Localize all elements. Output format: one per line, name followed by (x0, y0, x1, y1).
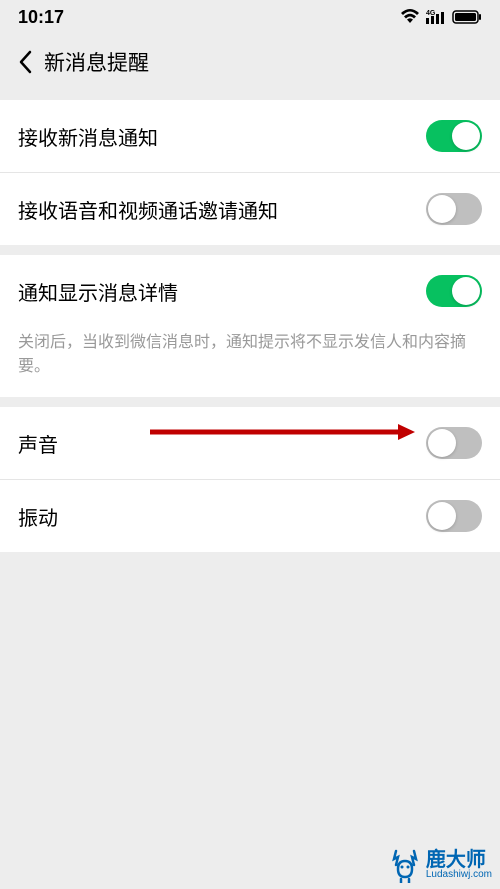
label-receive-voice-video: 接收语音和视频通话邀请通知 (18, 195, 278, 224)
row-vibrate: 振动 (0, 480, 500, 552)
page-title: 新消息提醒 (44, 47, 149, 77)
toggle-receive-new-msg[interactable] (426, 120, 482, 152)
header: 新消息提醒 (0, 34, 500, 90)
svg-text:4G: 4G (426, 10, 436, 17)
status-time: 10:17 (18, 7, 64, 28)
section-sound-vibrate: 声音 振动 (0, 407, 500, 552)
row-sound: 声音 (0, 407, 500, 480)
watermark-logo-icon (388, 847, 422, 883)
watermark: 鹿大师 Ludashiwj.com (388, 847, 492, 883)
watermark-url: Ludashiwj.com (426, 870, 492, 880)
label-sound: 声音 (18, 429, 58, 458)
toggle-receive-voice-video[interactable] (426, 193, 482, 225)
label-receive-new-msg: 接收新消息通知 (18, 122, 158, 151)
row-show-detail: 通知显示消息详情 (0, 255, 500, 321)
desc-show-detail: 关闭后，当收到微信消息时，通知提示将不显示发信人和内容摘要。 (0, 321, 500, 397)
battery-icon (452, 9, 482, 25)
label-show-detail: 通知显示消息详情 (18, 277, 178, 306)
wifi-icon (400, 9, 420, 25)
status-icons: 4G (400, 9, 482, 25)
label-vibrate: 振动 (18, 502, 58, 531)
back-icon[interactable] (10, 47, 40, 77)
toggle-vibrate[interactable] (426, 500, 482, 532)
row-receive-voice-video: 接收语音和视频通话邀请通知 (0, 173, 500, 245)
section-notifications: 接收新消息通知 接收语音和视频通话邀请通知 (0, 100, 500, 245)
status-bar: 10:17 4G (0, 0, 500, 34)
toggle-show-detail[interactable] (426, 275, 482, 307)
toggle-sound[interactable] (426, 427, 482, 459)
watermark-brand: 鹿大师 (426, 850, 486, 870)
row-receive-new-msg: 接收新消息通知 (0, 100, 500, 173)
signal-icon: 4G (426, 9, 446, 25)
section-detail: 通知显示消息详情 关闭后，当收到微信消息时，通知提示将不显示发信人和内容摘要。 (0, 255, 500, 397)
